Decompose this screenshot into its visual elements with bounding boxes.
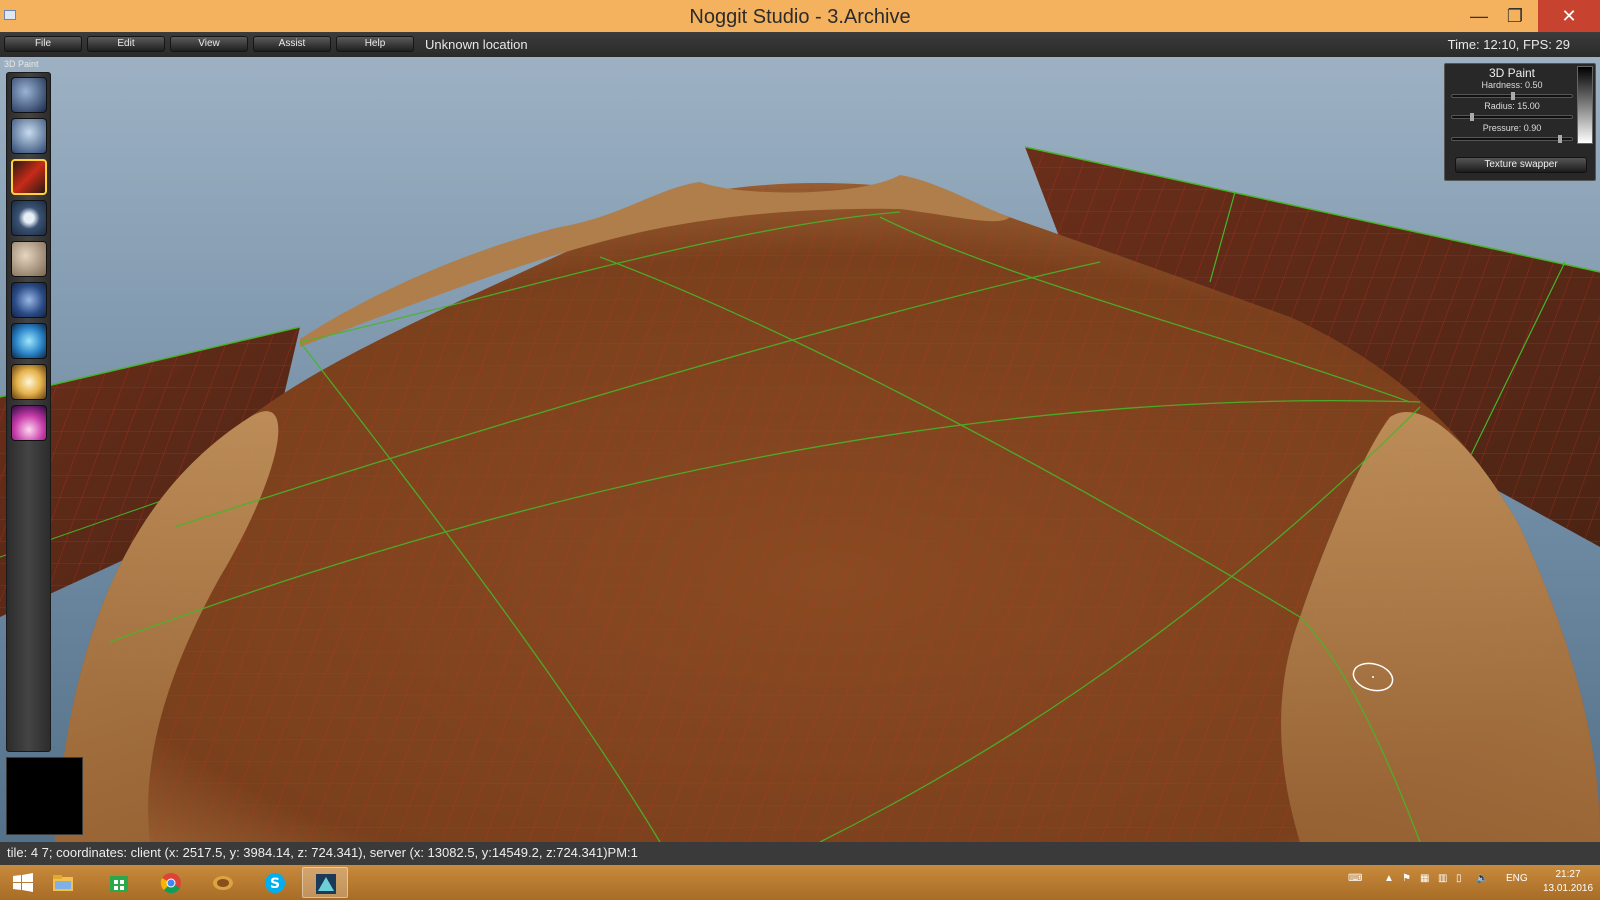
system-clock[interactable]: 21:27 13.01.2016 [1540,868,1596,896]
hardness-label: Hardness: 0.50 [1481,80,1543,90]
terrain-render [0,146,1600,842]
svg-text:S: S [270,876,280,892]
area-id-icon[interactable] [11,241,47,277]
action-center-icon[interactable]: ⚑ [1402,873,1411,884]
skype-icon[interactable]: S [252,867,298,898]
network-icon[interactable]: ▥ [1438,873,1447,884]
hardness-slider[interactable] [1451,92,1573,100]
menu-file[interactable]: File [4,36,82,52]
time-fps-readout: Time: 12:10, FPS: 29 [1447,37,1570,52]
noggit-icon[interactable] [302,867,348,898]
close-button[interactable]: ✕ [1538,0,1600,32]
pressure-slider[interactable] [1451,135,1573,143]
window-title: Noggit Studio - 3.Archive [689,6,911,28]
brush-falloff-preview [1577,66,1593,144]
store-icon[interactable] [96,867,142,898]
language-indicator[interactable]: ENG [1506,873,1528,884]
chrome-icon[interactable] [148,867,194,898]
location-label: Unknown location [425,37,528,52]
terrain-viewport[interactable] [0,57,1600,842]
clock-date: 13.01.2016 [1542,883,1594,894]
pressure-slider-thumb[interactable] [1558,135,1562,143]
menu-view[interactable]: View [170,36,248,52]
texture-swapper-button[interactable]: Texture swapper [1455,157,1587,173]
flatten-blur-icon[interactable] [11,118,47,154]
keyboard-icon[interactable]: ⌨ [1348,873,1362,884]
paint-brush-icon[interactable] [11,159,47,195]
panel-title: 3D Paint [1488,66,1536,80]
menu-edit[interactable]: Edit [87,36,165,52]
raise-lower-icon[interactable] [11,77,47,113]
clock-time: 21:27 [1555,869,1581,880]
light-icon[interactable] [11,364,47,400]
windows-tray-icon[interactable]: ▦ [1420,873,1429,884]
radius-slider-thumb[interactable] [1470,113,1474,121]
paint-settings-panel: 3D Paint Hardness: 0.50 Radius: 15.00 Pr… [1444,63,1596,181]
file-explorer-icon[interactable] [40,867,86,898]
title-bar: Noggit Studio - 3.Archive — ❐ ✕ [0,0,1600,32]
menu-bar: File Edit View Assist Help Unknown locat… [0,32,1600,57]
radius-label: Radius: 15.00 [1484,101,1540,111]
texture-preview [6,757,83,835]
show-hidden-icons-icon[interactable]: ▲ [1384,873,1394,884]
holes-icon[interactable] [11,200,47,236]
wow-icon[interactable] [200,867,246,898]
windows-taskbar: S ⌨ ▲ ⚑ ▦ ▥ ▯ 🔈 ENG 21:27 13.01.2016 [0,865,1600,900]
current-tool-label: 3D Paint [4,59,39,69]
tool-palette [6,72,51,752]
volume-icon[interactable]: 🔈 [1476,873,1488,884]
status-bar: tile: 4 7; coordinates: client (x: 2517.… [0,842,1600,865]
minimize-button[interactable]: — [1462,0,1496,32]
power-icon[interactable]: ▯ [1456,873,1462,884]
pressure-label: Pressure: 0.90 [1482,123,1542,133]
impassible-flag-icon[interactable] [11,282,47,318]
menu-help[interactable]: Help [336,36,414,52]
object-editor-icon[interactable] [11,405,47,441]
water-icon[interactable] [11,323,47,359]
hardness-slider-thumb[interactable] [1511,92,1515,100]
radius-slider[interactable] [1451,113,1573,121]
maximize-button[interactable]: ❐ [1498,0,1532,32]
menu-assist[interactable]: Assist [253,36,331,52]
